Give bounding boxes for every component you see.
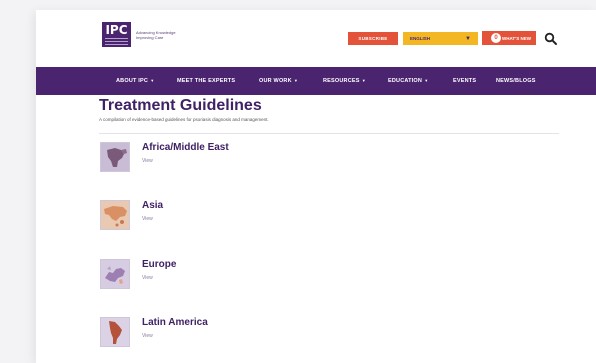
dropdown-icon: ▾ — [425, 78, 428, 83]
view-link[interactable]: View — [142, 333, 153, 339]
region-name[interactable]: Asia — [142, 200, 163, 211]
caret-down-icon: ▼ — [465, 36, 471, 42]
language-select[interactable]: ENGLISH ▼ — [403, 32, 478, 45]
asia-map-icon[interactable] — [100, 200, 130, 230]
region-item-latin-america: Latin America View — [100, 317, 400, 357]
top-bar: IPC Advancing Knowledge Improving Care S… — [36, 10, 596, 65]
whats-new-button[interactable]: 0 WHAT'S NEW — [482, 31, 536, 45]
region-item-africa-middle-east: Africa/Middle East View — [100, 142, 400, 182]
region-item-europe: Europe View — [100, 259, 400, 299]
nav-item-about-ipc[interactable]: ABOUT IPC ▾ — [116, 67, 154, 95]
language-value: ENGLISH — [410, 36, 431, 41]
region-item-asia: Asia View — [100, 200, 400, 240]
africa-map-icon[interactable] — [100, 142, 130, 172]
nav-item-our-work[interactable]: OUR WORK ▾ — [259, 67, 297, 95]
logo-mark: IPC — [102, 22, 131, 47]
nav-item-meet-the-experts[interactable]: MEET THE EXPERTS — [177, 67, 235, 95]
search-icon[interactable] — [544, 32, 558, 46]
nav-item-resources[interactable]: RESOURCES ▾ — [323, 67, 365, 95]
logo[interactable]: IPC Advancing Knowledge Improving Care — [102, 22, 182, 47]
view-link[interactable]: View — [142, 158, 153, 164]
notification-badge: 0 — [491, 33, 501, 43]
nav-item-events[interactable]: EVENTS — [453, 67, 476, 95]
dropdown-icon: ▾ — [362, 78, 366, 83]
latin-america-map-icon[interactable] — [100, 317, 130, 347]
europe-map-icon[interactable] — [100, 259, 130, 289]
subscribe-button[interactable]: SUBSCRIBE — [348, 32, 398, 45]
view-link[interactable]: View — [142, 216, 153, 222]
view-link[interactable]: View — [142, 275, 153, 281]
logo-text: IPC — [105, 23, 128, 37]
nav-item-news-blogs[interactable]: NEWS/BLOGS — [496, 67, 536, 95]
logo-tagline: Advancing Knowledge Improving Care — [136, 29, 176, 40]
browser-page: IPC Advancing Knowledge Improving Care S… — [36, 10, 596, 363]
region-name[interactable]: Latin America — [142, 317, 208, 328]
divider — [99, 133, 559, 134]
region-name[interactable]: Africa/Middle East — [142, 142, 229, 153]
whats-new-label: WHAT'S NEW — [502, 35, 531, 41]
page-subtitle: A compilation of evidence-based guidelin… — [99, 117, 269, 122]
page-title: Treatment Guidelines — [99, 97, 262, 114]
nav-item-education[interactable]: EDUCATION ▾ — [388, 67, 428, 95]
dropdown-icon: ▾ — [294, 78, 298, 83]
dropdown-icon: ▾ — [151, 78, 154, 83]
main-nav: ABOUT IPC ▾ MEET THE EXPERTS OUR WORK ▾ RE… — [36, 67, 596, 95]
region-name[interactable]: Europe — [142, 259, 176, 270]
